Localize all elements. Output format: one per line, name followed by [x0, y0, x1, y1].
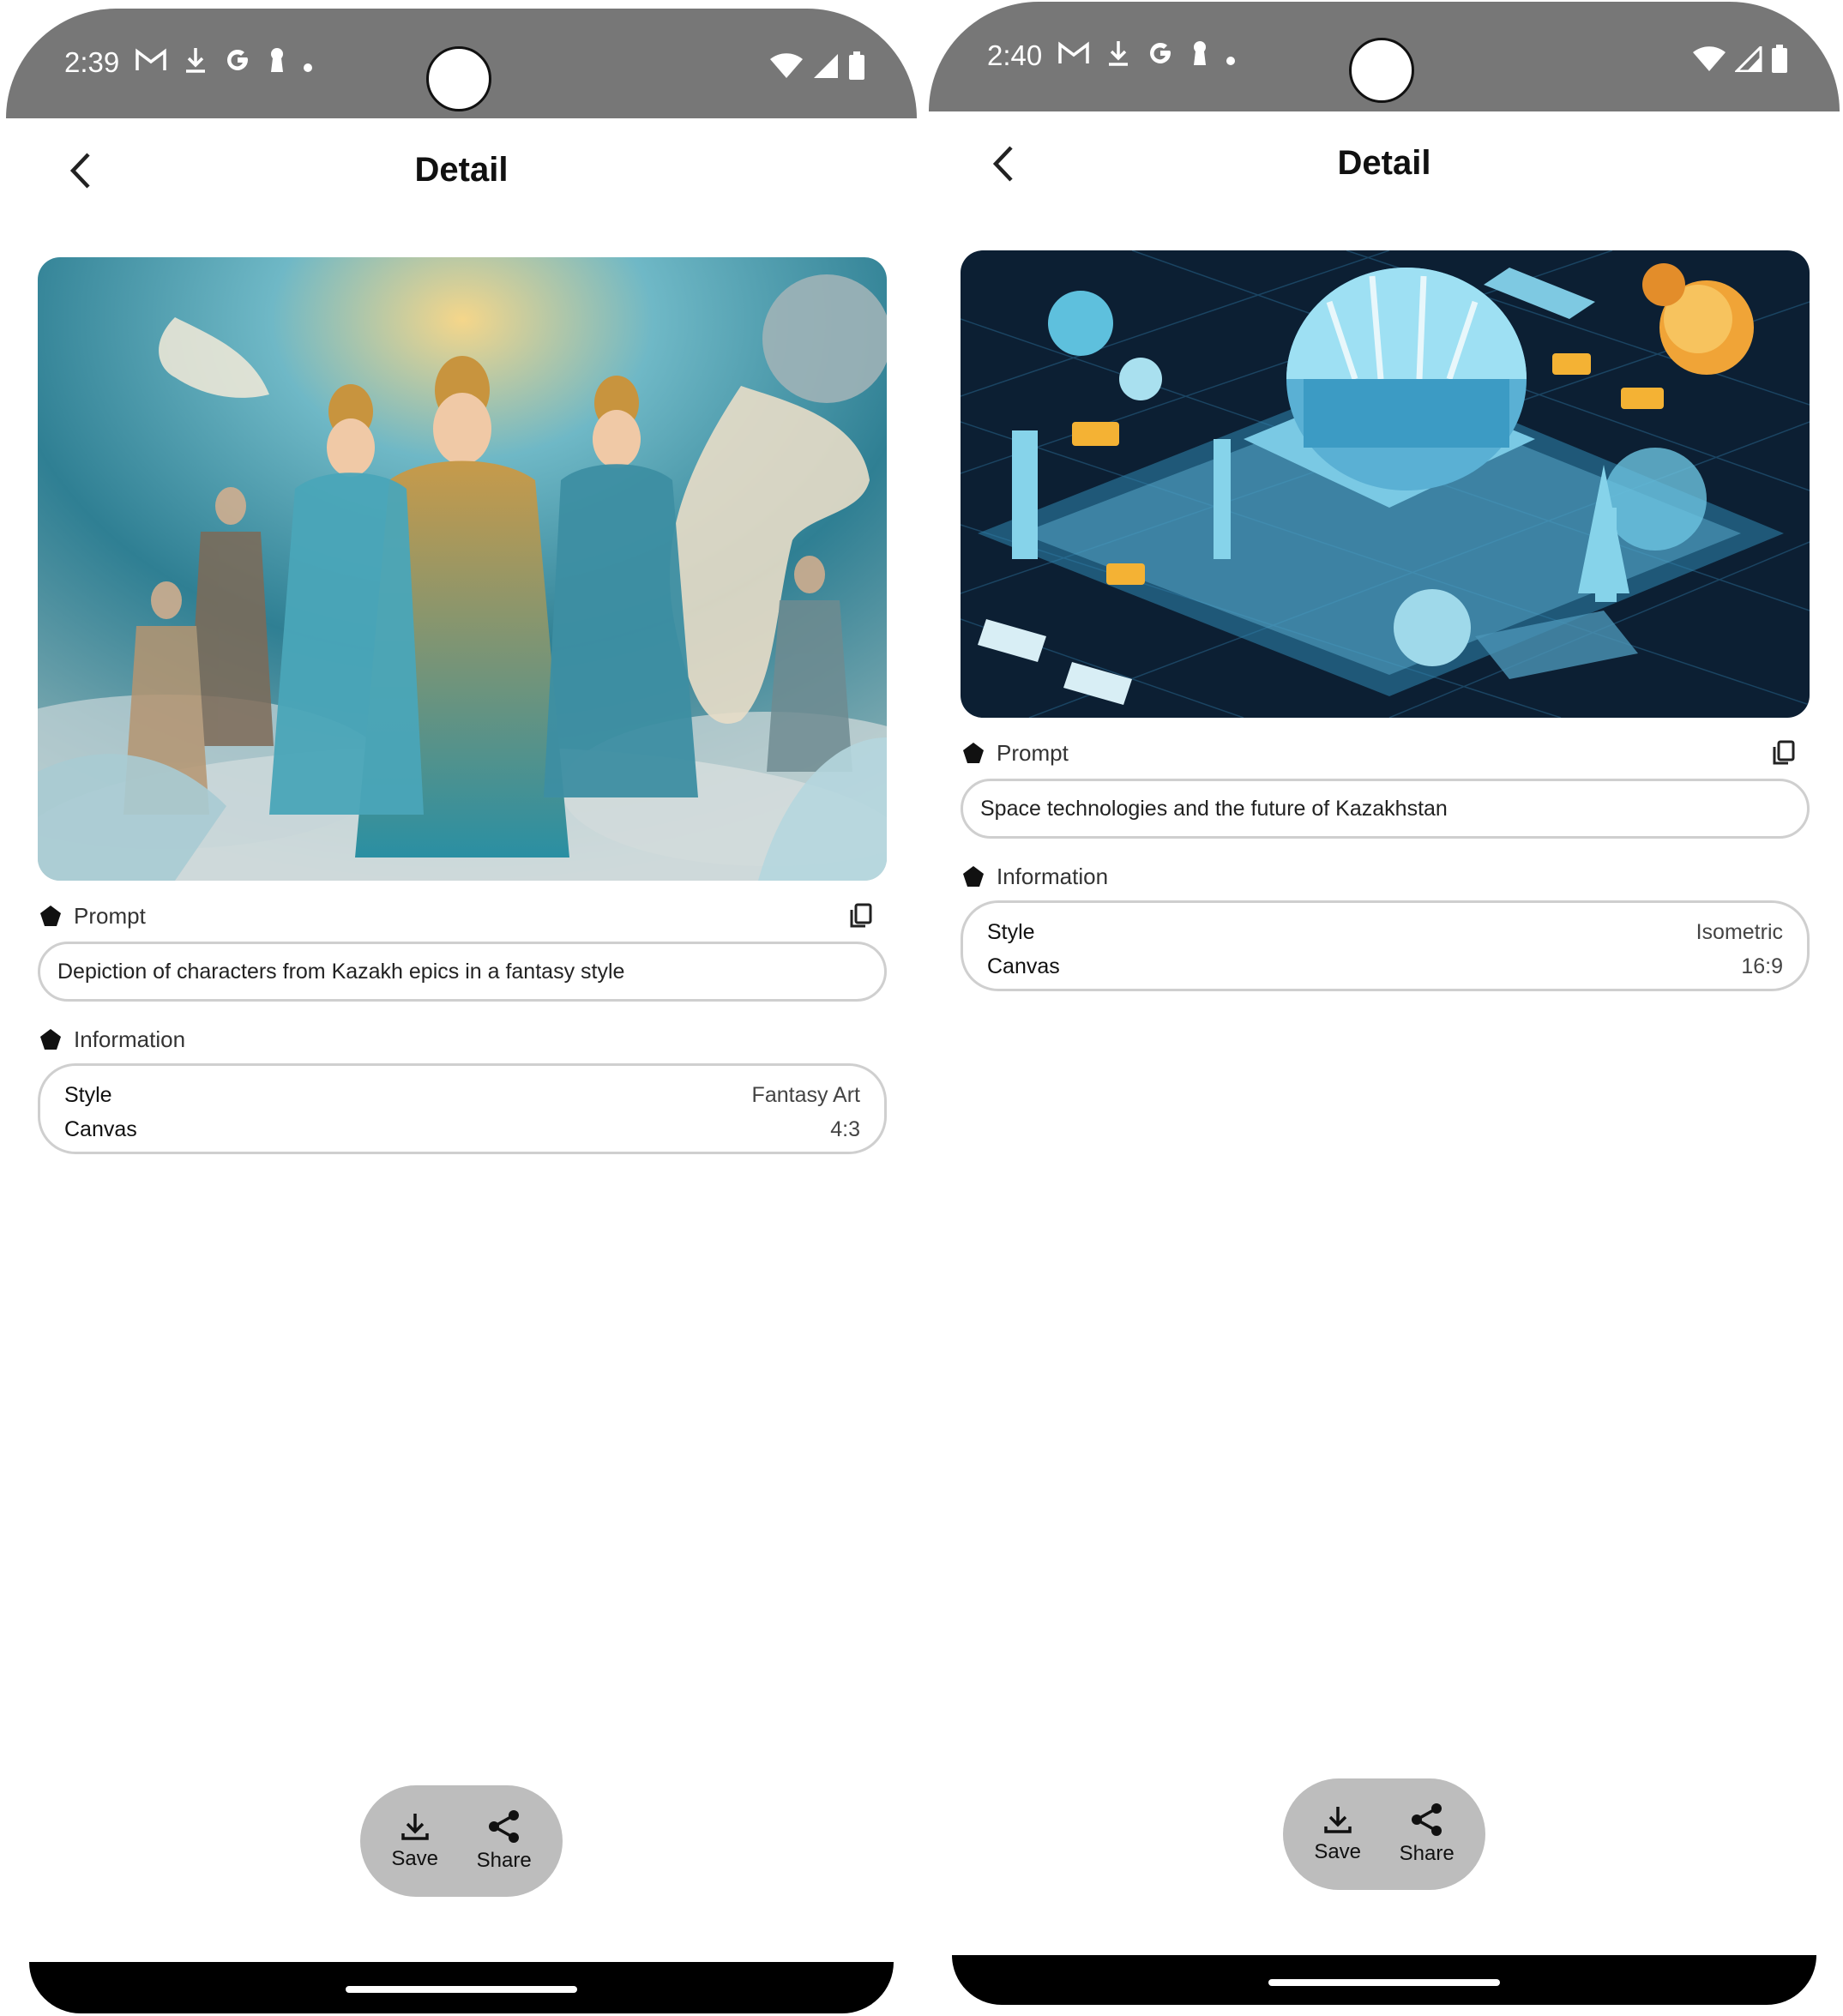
- gmail-icon: [1057, 40, 1090, 73]
- app-bar: Detail: [923, 130, 1843, 199]
- gmail-icon: [135, 47, 167, 80]
- system-status-icons: [769, 51, 865, 85]
- pentagon-icon: [40, 906, 61, 926]
- share-button[interactable]: Share: [1400, 1802, 1455, 1866]
- home-indicator[interactable]: [346, 1986, 577, 1993]
- phone-screen-left: 2:39 Detail Prompt Depiction of characte…: [0, 0, 923, 2016]
- battery-icon: [848, 51, 865, 85]
- info-value: Isometric: [1695, 919, 1783, 944]
- info-key: Canvas: [987, 954, 1060, 978]
- prompt-section-label: Prompt: [962, 736, 1069, 770]
- prompt-text-field: Depiction of characters from Kazakh epic…: [38, 942, 887, 1002]
- app-bar: Detail: [0, 137, 923, 206]
- share-button[interactable]: Share: [477, 1809, 532, 1873]
- info-key: Canvas: [64, 1116, 137, 1141]
- information-card: Style Fantasy Art Canvas 4:3: [38, 1063, 887, 1154]
- wifi-icon: [769, 53, 804, 83]
- wifi-icon: [1692, 46, 1726, 76]
- navigation-bar: [952, 1955, 1816, 2005]
- share-label: Share: [1399, 1842, 1455, 1865]
- info-value: Fantasy Art: [751, 1082, 860, 1107]
- info-row-style: Style Fantasy Art: [64, 1078, 860, 1112]
- page-title: Detail: [1337, 144, 1431, 182]
- battery-icon: [1771, 45, 1788, 78]
- generated-image: [961, 250, 1810, 718]
- signal-icon: [1733, 44, 1762, 76]
- front-camera-cutout: [1349, 38, 1414, 103]
- download-icon: [401, 1814, 429, 1840]
- save-button[interactable]: Save: [1314, 1804, 1361, 1864]
- info-row-canvas: Canvas 16:9: [987, 949, 1783, 984]
- save-label: Save: [391, 1847, 439, 1870]
- information-card: Style Isometric Canvas 16:9: [961, 900, 1810, 991]
- page-title: Detail: [414, 151, 509, 189]
- info-key: Style: [987, 919, 1035, 944]
- share-icon: [488, 1810, 519, 1843]
- copy-icon: [850, 903, 872, 928]
- keyhole-icon: [1191, 39, 1208, 74]
- prompt-text: Depiction of characters from Kazakh epic…: [57, 959, 625, 984]
- save-label: Save: [1314, 1840, 1362, 1863]
- generated-image: [38, 257, 887, 881]
- signal-icon: [812, 53, 840, 83]
- download-icon: [184, 46, 207, 81]
- status-time: 2:40: [987, 39, 1043, 71]
- download-icon: [1107, 39, 1129, 74]
- dot-icon: [303, 48, 313, 80]
- info-row-canvas: Canvas 4:3: [64, 1112, 860, 1146]
- information-section-label: Information: [39, 1022, 185, 1056]
- action-bar: Save Share: [360, 1785, 563, 1897]
- information-section-label: Information: [962, 859, 1108, 894]
- info-row-style: Style Isometric: [987, 915, 1783, 949]
- share-icon: [1411, 1803, 1442, 1836]
- info-key: Style: [64, 1082, 112, 1107]
- copy-prompt-button[interactable]: [1767, 736, 1801, 770]
- save-button[interactable]: Save: [391, 1811, 438, 1871]
- google-icon: [224, 46, 251, 81]
- copy-prompt-button[interactable]: [844, 899, 878, 933]
- status-bar: 2:40: [929, 2, 1840, 111]
- front-camera-cutout: [426, 46, 491, 111]
- prompt-section-label: Prompt: [39, 899, 146, 933]
- notification-icons: [135, 46, 313, 81]
- notification-icons: [1057, 39, 1236, 74]
- status-bar: 2:39: [6, 9, 917, 118]
- home-indicator[interactable]: [1268, 1979, 1500, 1986]
- share-label: Share: [476, 1849, 532, 1872]
- dot-icon: [1226, 41, 1236, 73]
- prompt-text: Space technologies and the future of Kaz…: [980, 796, 1448, 821]
- pentagon-icon: [963, 743, 984, 763]
- navigation-bar: [29, 1962, 894, 2013]
- pentagon-icon: [963, 866, 984, 887]
- google-icon: [1147, 39, 1174, 74]
- keyhole-icon: [268, 46, 286, 81]
- prompt-text-field: Space technologies and the future of Kaz…: [961, 779, 1810, 839]
- info-value: 16:9: [1741, 954, 1783, 978]
- system-status-icons: [1692, 44, 1788, 78]
- action-bar: Save Share: [1283, 1778, 1485, 1890]
- copy-icon: [1773, 740, 1795, 765]
- status-time: 2:39: [64, 46, 120, 78]
- download-icon: [1323, 1807, 1352, 1833]
- info-value: 4:3: [830, 1116, 860, 1141]
- pentagon-icon: [40, 1029, 61, 1050]
- phone-screen-right: 2:40 Detail Prompt Space technologies an…: [923, 0, 1843, 2016]
